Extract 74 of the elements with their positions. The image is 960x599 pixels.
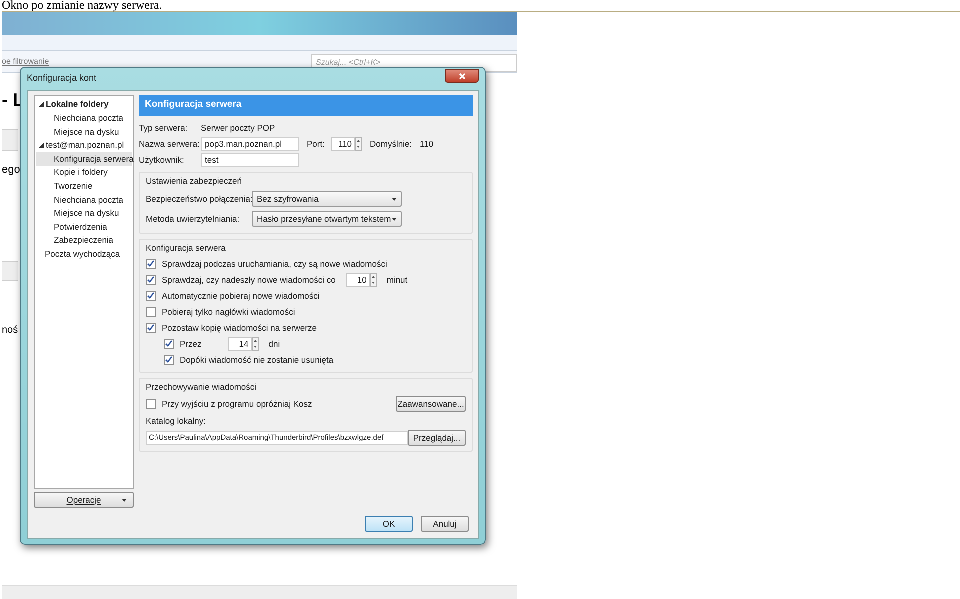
body-text-fragment: noś <box>2 324 18 338</box>
dropdown-arrow-icon <box>392 218 397 220</box>
tree-item[interactable]: Potwierdzenia <box>36 220 132 234</box>
username-field[interactable]: test <box>201 153 299 167</box>
spinner-arrows-icon[interactable] <box>252 337 259 351</box>
spinner-arrows-icon[interactable] <box>370 273 377 287</box>
filter-label[interactable]: oe filtrowanie <box>2 56 50 68</box>
dropdown-arrow-icon <box>392 198 397 200</box>
number-field[interactable]: 110 <box>331 137 355 151</box>
caption: Okno po zmianie nazwy serwera. <box>1 0 164 11</box>
collapse-triangle-icon[interactable] <box>39 102 44 108</box>
close-icon <box>458 72 466 80</box>
option-label: Sprawdzaj podczas uruchamiania, czy są nowe wiadomości <box>162 258 388 270</box>
server-type-value: Serwer poczty POP <box>201 122 276 134</box>
tree-item[interactable]: Poczta wychodząca <box>36 248 132 262</box>
spinner-arrows-icon[interactable] <box>355 137 362 151</box>
option-label: Sprawdzaj, czy nadeszły nowe wiadomości co <box>162 274 336 286</box>
tree-item[interactable]: Niechciana poczta <box>36 112 132 126</box>
field-label: Bezpieczeństwo połączenia: <box>146 192 252 206</box>
tree-item[interactable]: Niechciana poczta <box>36 193 132 207</box>
dropdown[interactable]: Bez szyfrowania <box>252 191 402 207</box>
dropdown[interactable]: Hasło przesyłane otwartym tekstem <box>252 211 402 227</box>
close-button[interactable] <box>445 69 479 83</box>
checkbox[interactable] <box>146 259 156 269</box>
browse-button[interactable]: Przeglądaj... <box>408 430 466 446</box>
tree-item[interactable]: Konfiguracja serwera <box>36 152 132 166</box>
checkbox[interactable] <box>164 339 174 349</box>
option-label: Przy wyjściu z programu opróżniaj Kosz <box>162 398 312 410</box>
body-text-fragment: ego <box>2 163 20 178</box>
unit-label: dni <box>268 338 280 350</box>
field-label: Użytkownik: <box>139 154 186 166</box>
option-label: Dopóki wiadomość nie zostanie usunięta <box>180 354 334 366</box>
background-bar <box>2 261 18 281</box>
dialog-title: Konfiguracja kont <box>27 72 97 86</box>
checkbox[interactable] <box>164 355 174 365</box>
option-label: Przez <box>180 338 202 350</box>
tree-item[interactable]: Tworzenie <box>36 180 132 194</box>
dropdown-arrow-icon <box>122 498 127 502</box>
group-title: Ustawienia zabezpieczeń <box>146 175 243 188</box>
field-label: Metoda uwierzytelniania: <box>146 212 241 226</box>
advanced-button[interactable]: Zaawansowane... <box>396 396 466 412</box>
field-label: Domyślnie: <box>370 138 412 150</box>
tree-item[interactable]: Kopie i foldery <box>36 166 132 180</box>
number-field[interactable]: 14 <box>228 337 252 351</box>
tree-item[interactable]: test@man.poznan.pl <box>36 138 132 152</box>
panel-header: Konfiguracja serwera <box>139 95 473 116</box>
cancel-button[interactable]: Anuluj <box>421 516 469 532</box>
group-title: Konfiguracja serwera <box>146 242 227 255</box>
checkbox[interactable] <box>146 399 156 409</box>
option-label: Pobieraj tylko nagłówki wiadomości <box>162 306 296 318</box>
default-port-value: 110 <box>420 138 434 150</box>
tree-item[interactable]: Miejsce na dysku <box>36 125 132 139</box>
number-field[interactable]: 10 <box>346 273 370 287</box>
background-bar <box>2 129 18 151</box>
operations-button[interactable]: Operacje <box>34 492 134 508</box>
checkmark-icon <box>147 324 155 332</box>
checkbox[interactable] <box>146 291 156 301</box>
unit-label: minut <box>386 274 408 286</box>
field-label: Typ serwera: <box>139 122 189 134</box>
tree-item[interactable]: Zabezpieczenia <box>36 234 132 248</box>
field-label: Katalog lokalny: <box>146 415 208 428</box>
ok-button[interactable]: OK <box>365 516 413 532</box>
server-name-field[interactable]: pop3.man.poznan.pl <box>201 137 299 151</box>
tree-item[interactable]: Lokalne foldery <box>36 98 132 112</box>
checkbox[interactable] <box>146 323 156 333</box>
option-label: Automatycznie pobieraj nowe wiadomości <box>162 290 320 302</box>
checkbox[interactable] <box>146 307 156 317</box>
collapse-triangle-icon[interactable] <box>39 143 44 148</box>
tree-item[interactable]: Miejsce na dysku <box>36 206 132 220</box>
group-title: Przechowywanie wiadomości <box>146 381 258 394</box>
option-label: Pozostaw kopię wiadomości na serwerze <box>162 322 317 334</box>
field-label: Nazwa serwera: <box>139 138 201 150</box>
field-label: Port: <box>307 138 326 150</box>
checkbox[interactable] <box>146 275 156 285</box>
